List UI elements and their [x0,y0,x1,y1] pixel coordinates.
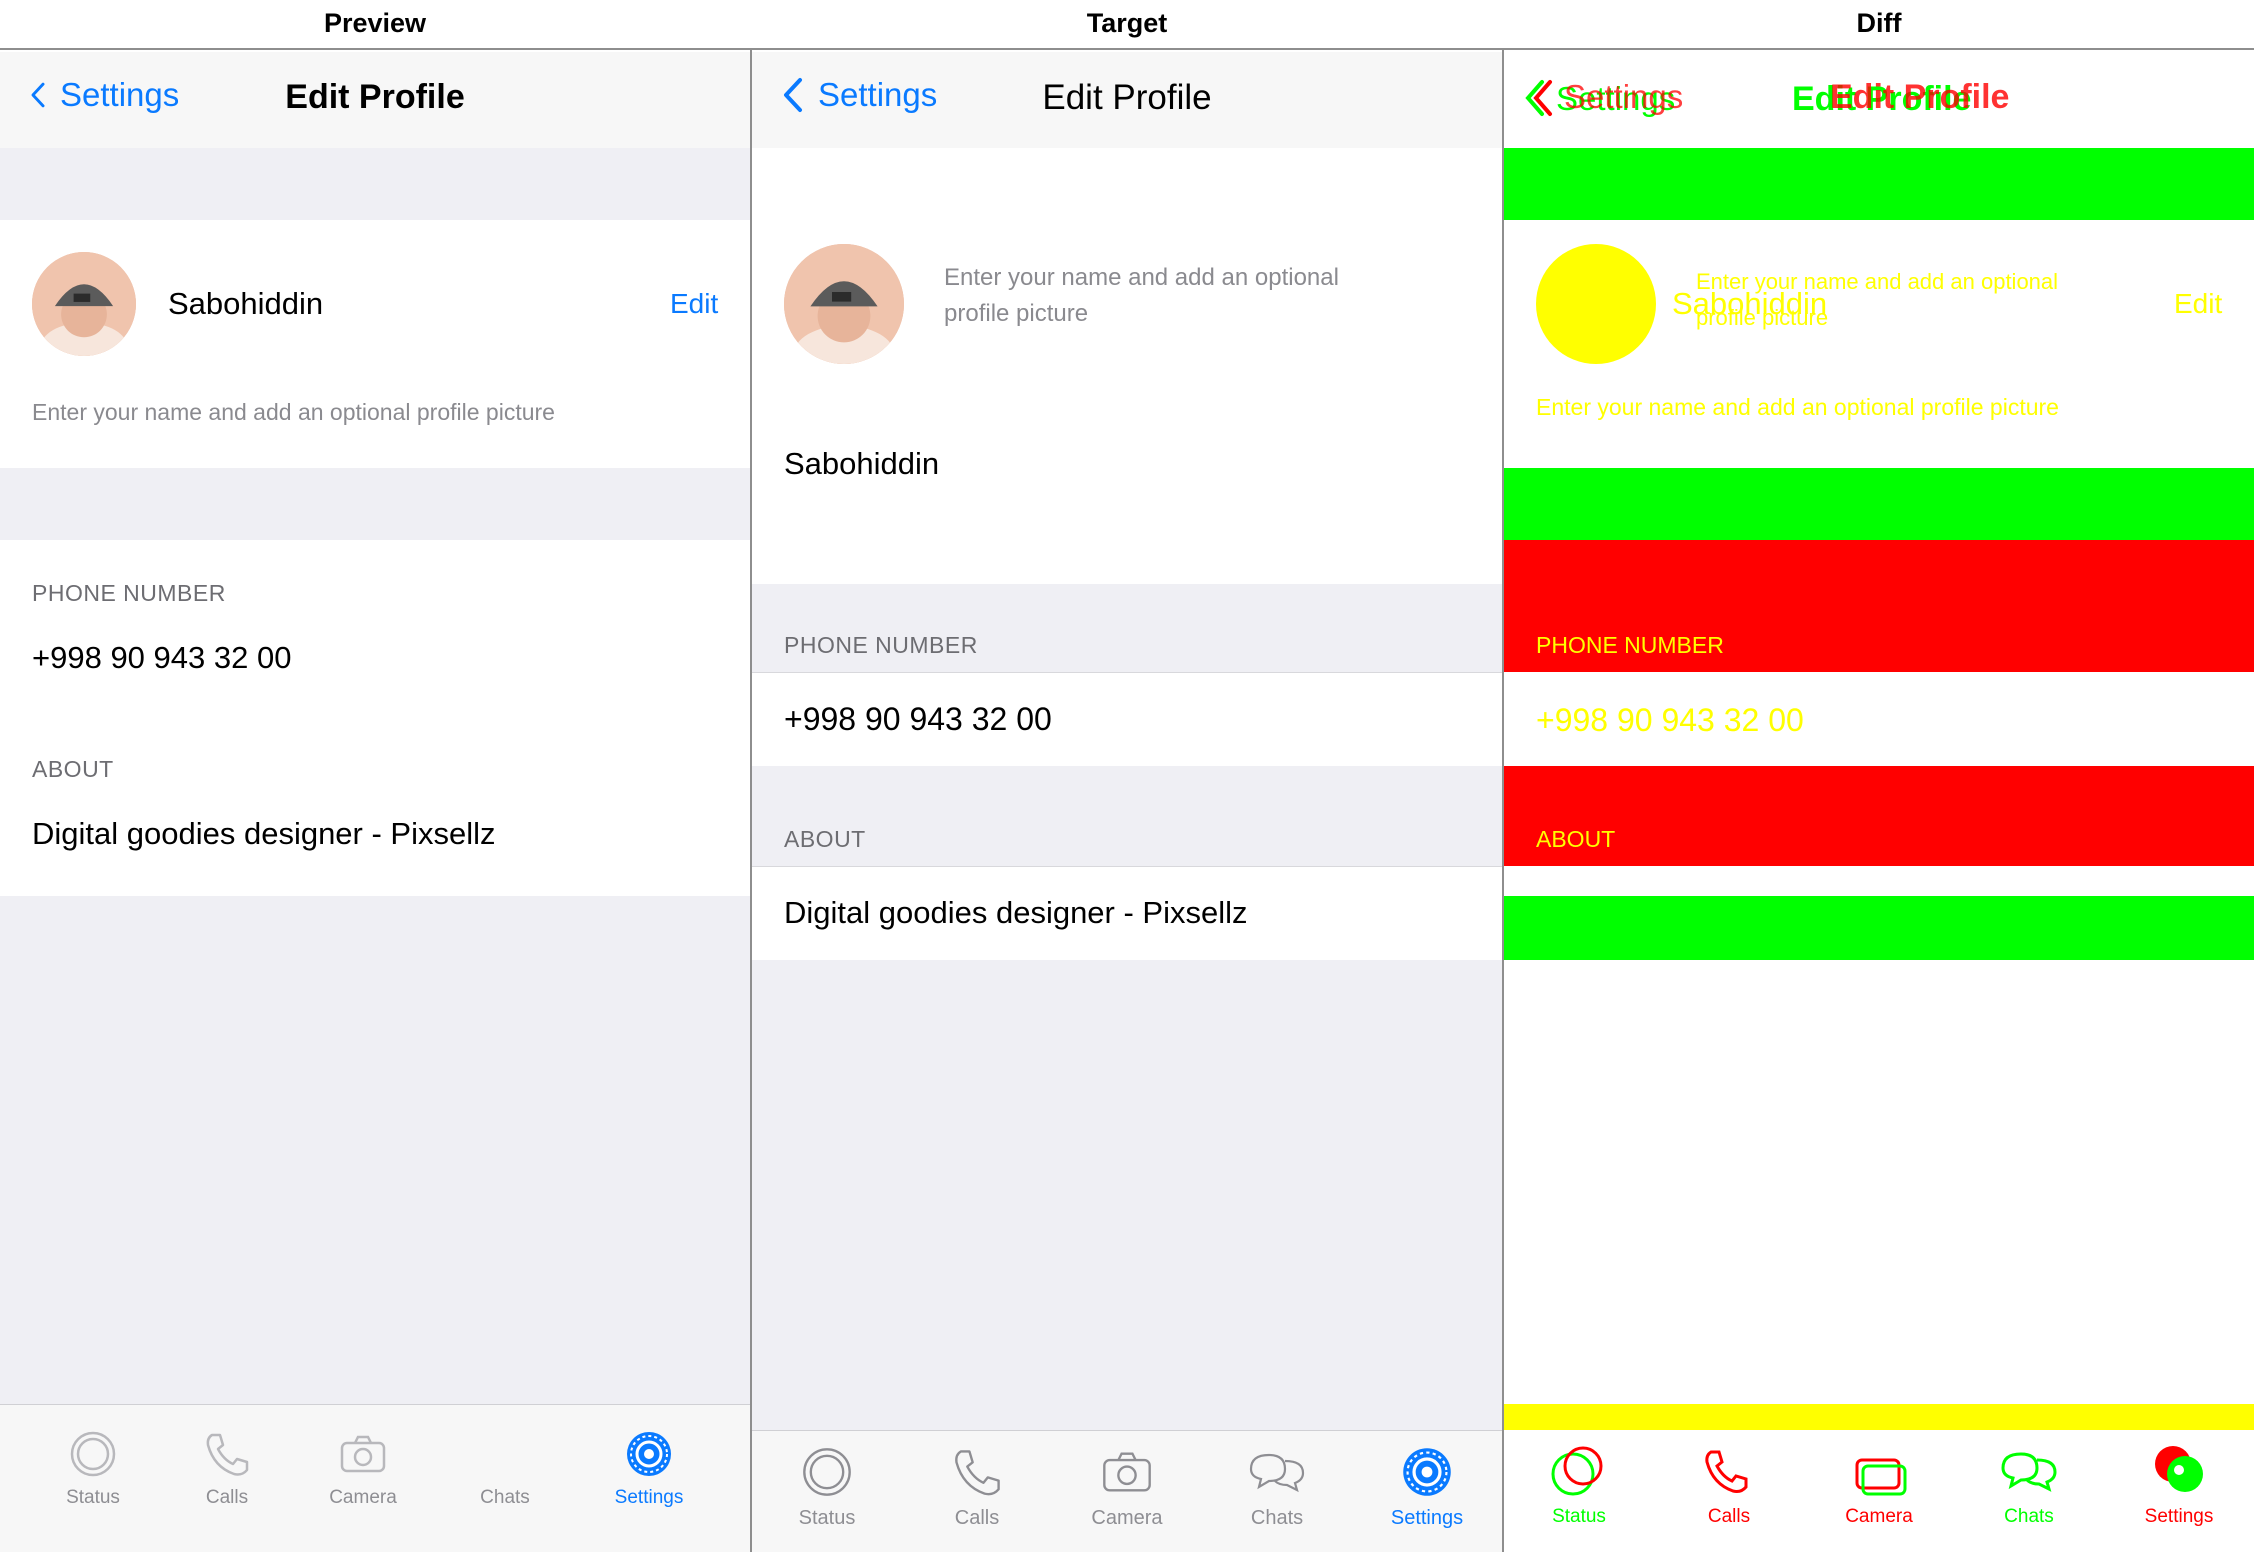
profile-hint-line: profile picture [944,300,1089,327]
diff-hint-full: Enter your name and add an optional prof… [1536,394,2059,420]
diff-tab-label: Settings [2144,1506,2214,1527]
caption-diff: Diff [1856,8,1902,38]
target-panel: Settings Edit Profile Enter your name an… [752,52,1502,1552]
tab-label: Camera [329,1487,397,1508]
diff-title: Edit Profile [1830,78,2010,116]
tab-bar: Status Calls Camera Chats Settings [0,1404,750,1552]
profile-section: Sabohiddin Edit Enter your name and add … [0,220,750,468]
tab-label: Camera [1091,1507,1163,1529]
diff-back-label: Settings [1564,78,1684,115]
tab-label: Chats [480,1487,530,1508]
tab-label: Calls [954,1507,1000,1529]
diff-tab: Camera [1804,1444,1954,1528]
tab-calls[interactable]: Calls [152,1429,302,1509]
tab-status[interactable]: Status [18,1429,168,1509]
diff-region [1504,468,2254,540]
profile-name[interactable]: Sabohiddin [784,446,939,482]
diff-region [1504,766,2254,866]
tab-status[interactable]: Status [752,1445,902,1530]
caption-bar: Preview Target Diff [0,0,2254,50]
diff-about-label: ABOUT [1536,826,1616,852]
tab-label: Settings [1390,1507,1464,1529]
diff-region [1504,148,2254,220]
caption-preview: Preview [323,8,427,38]
tab-settings[interactable]: Settings [1352,1445,1502,1530]
diff-tab-label: Status [1552,1506,1606,1527]
info-section: PHONE NUMBER +998 90 943 32 00 ABOUT Dig… [0,540,750,896]
diff-tab-label: Camera [1845,1506,1913,1527]
diff-tab: Status [1504,1444,1654,1528]
phone-value[interactable]: +998 90 943 32 00 [32,640,291,676]
nav-bar: Settings Edit Profile [0,52,750,148]
tab-label: Chats [1250,1507,1304,1529]
diff-name: Sabohiddin [1672,286,1828,321]
nav-bar: Settings Edit Profile [752,52,1502,148]
chevron-left-icon [1525,80,1552,116]
tab-bar: Status Calls Camera Chats Settings [752,1430,1502,1552]
diff-phone-label: PHONE NUMBER [1536,632,1724,658]
tab-label: Status [798,1507,856,1529]
tab-label: Status [66,1487,120,1508]
diff-tab: Settings [2104,1444,2254,1528]
phone-label: PHONE NUMBER [784,632,978,658]
diff-tab-label: Chats [2004,1506,2054,1527]
chats-icon [430,1429,580,1479]
diff-tab: Calls [1654,1444,1804,1528]
chats-icon [1249,1453,1305,1493]
phone-value[interactable]: +998 90 943 32 00 [784,701,1052,738]
chats-icon [2001,1452,2057,1492]
tab-label: Calls [205,1487,249,1508]
avatar[interactable] [784,244,904,364]
profile-section: Enter your name and add an optional prof… [752,148,1502,584]
gear-icon [2155,1446,2203,1492]
page-title: Edit Profile [1042,78,1212,117]
diff-region [1504,1404,2254,1430]
status-icon [1551,1446,1603,1496]
gear-icon [627,1432,671,1476]
avatar-photo [32,252,136,356]
diff-phone-value: +998 90 943 32 00 [1536,702,1804,738]
avatar-photo [784,244,904,364]
preview-panel: Settings Edit Profile Sabohiddin Edit En… [0,52,750,1552]
edit-photo-button[interactable]: Edit [670,288,718,320]
about-value[interactable]: Digital goodies designer - Pixsellz [32,816,496,852]
diff-region [1504,896,2254,960]
camera-icon [1103,1452,1151,1492]
avatar[interactable] [32,252,136,356]
diff-panel: Settings Settings Edit Profile Edit Prof… [1504,52,2254,1552]
gear-icon [1403,1448,1451,1496]
tab-label: Settings [614,1487,684,1508]
phone-icon [955,1450,1000,1496]
diff-tab: Chats [1954,1444,2104,1528]
about-row: Digital goodies designer - Pixsellz [752,866,1502,960]
phone-row: +998 90 943 32 00 [752,672,1502,766]
tab-chats[interactable]: Chats [430,1429,580,1509]
tab-settings[interactable]: Settings [574,1429,724,1509]
status-icon [803,1448,851,1496]
profile-hint: Enter your name and add an optional prof… [32,399,555,425]
phone-icon [1705,1450,1748,1493]
about-label: ABOUT [32,756,114,782]
camera-icon [340,1435,386,1473]
caption-target: Target [1086,8,1168,38]
about-value[interactable]: Digital goodies designer - Pixsellz [784,895,1248,931]
diff-tab-label: Calls [1707,1506,1751,1527]
phone-label: PHONE NUMBER [32,580,226,606]
profile-name[interactable]: Sabohiddin [168,286,323,322]
tab-calls[interactable]: Calls [902,1445,1052,1530]
tab-camera[interactable]: Camera [1052,1445,1202,1530]
profile-hint-line: Enter your name and add an optional [944,264,1339,291]
status-icon [70,1431,116,1477]
tab-camera[interactable]: Camera [288,1429,438,1509]
camera-icon [1855,1458,1907,1496]
phone-icon [206,1433,249,1476]
diff-edit: Edit [2174,288,2223,319]
diff-avatar [1536,244,1656,364]
about-label: ABOUT [784,826,866,852]
tab-chats[interactable]: Chats [1202,1445,1352,1530]
profile-hint: Enter your name and add an optional prof… [944,260,1339,332]
page-title: Edit Profile [285,78,465,116]
